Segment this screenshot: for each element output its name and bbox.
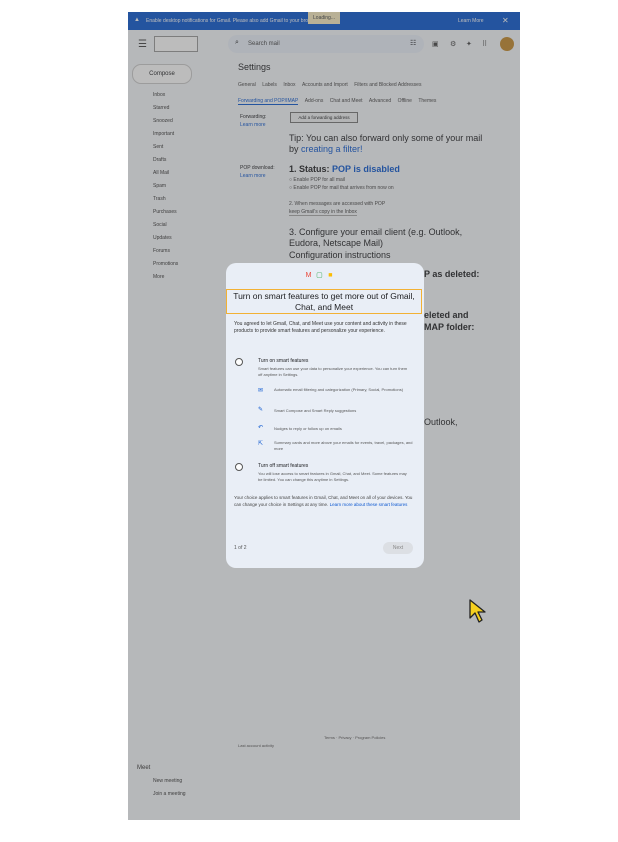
turn-on-description: Smart features can use your data to pers…	[258, 366, 408, 377]
turn-off-title[interactable]: Turn off smart features	[258, 463, 308, 469]
feature-text: Nudges to reply or follow up on emails	[274, 426, 342, 431]
step-indicator: 1 of 2	[234, 545, 247, 551]
feature-text: Smart Compose and Smart Reply suggestion…	[274, 408, 357, 413]
chat-icon: ▢	[316, 272, 323, 279]
dialog-description: You agreed to let Gmail, Chat, and Meet …	[234, 321, 407, 334]
smart-features-dialog: M ▢ ■ Turn on smart features to get more…	[226, 263, 424, 568]
meet-icon: ■	[328, 272, 333, 279]
reply-icon: ↶	[258, 425, 264, 431]
turn-off-description: You will lose access to smart features i…	[258, 471, 407, 482]
turn-off-radio[interactable]	[235, 463, 243, 471]
next-button[interactable]: Next	[383, 542, 413, 554]
feature-text: Summary cards and more above your emails…	[274, 440, 413, 451]
turn-on-title[interactable]: Turn on smart features	[258, 358, 308, 364]
gmail-icon: M	[305, 272, 312, 279]
dialog-note: Your choice applies to smart features in…	[234, 495, 418, 508]
dialog-title: Turn on smart features to get more out o…	[226, 289, 422, 314]
mouse-cursor-icon	[469, 599, 486, 623]
learn-more-smart-features-link[interactable]: Learn more about these smart features	[330, 502, 408, 507]
pencil-icon: ✎	[258, 407, 264, 413]
feature-text: Automatic email filtering and categoriza…	[274, 387, 404, 392]
open-in-new-icon: ⇱	[258, 441, 264, 447]
mail-icon: ✉	[258, 388, 264, 394]
turn-on-radio[interactable]	[235, 358, 243, 366]
product-icons: M ▢ ■	[304, 271, 335, 279]
